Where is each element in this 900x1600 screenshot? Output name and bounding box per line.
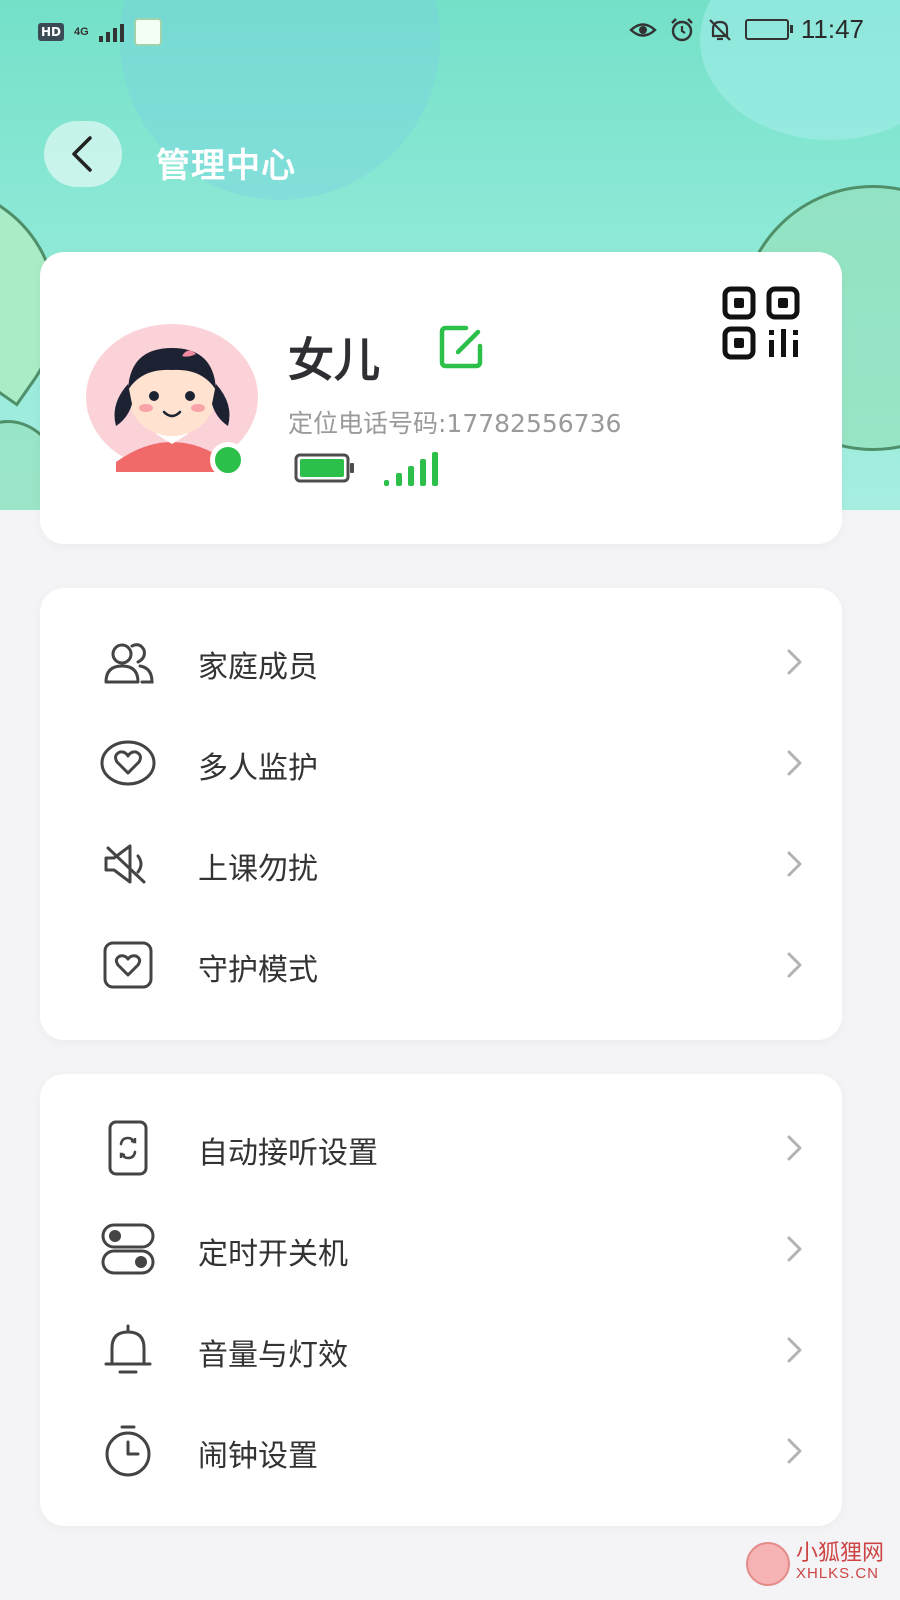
edit-icon[interactable] — [438, 324, 488, 370]
menu-item-auto-answer[interactable]: 自动接听设置 — [40, 1098, 842, 1198]
bell-off-icon — [709, 18, 731, 41]
page-title: 管理中心 — [156, 146, 296, 186]
qr-code-icon[interactable] — [722, 286, 808, 360]
tracker-phone-number: 定位电话号码:17782556736 — [288, 409, 622, 438]
menu-group-device: 家庭成员 多人监护 上课勿扰 守护模式 — [40, 588, 842, 1040]
chevron-right-icon — [787, 1337, 802, 1363]
toggle-switch-icon — [101, 1223, 155, 1275]
menu-item-alarm-settings[interactable]: 闹钟设置 — [40, 1401, 842, 1501]
chevron-right-icon — [787, 750, 802, 776]
signal-bar — [408, 466, 414, 486]
status-bar: HD 4G 11:47 — [0, 0, 900, 62]
heart-circle-icon — [100, 740, 156, 786]
chevron-left-icon — [72, 136, 92, 172]
cell-signal-icon — [98, 22, 124, 42]
chevron-right-icon — [787, 851, 802, 877]
menu-item-label: 家庭成员 — [198, 650, 318, 685]
menu-item-label: 自动接听设置 — [198, 1136, 378, 1171]
phone-auto-answer-icon — [108, 1120, 148, 1176]
chevron-right-icon — [787, 649, 802, 675]
menu-item-label: 定时开关机 — [198, 1237, 348, 1272]
device-signal-icon — [384, 452, 438, 486]
watermark-en: XHLKS.CN — [795, 1565, 880, 1582]
menu-item-label: 多人监护 — [198, 751, 318, 786]
app-notification-icon — [133, 18, 162, 46]
fox-logo-icon — [745, 1542, 790, 1586]
heart-box-icon — [103, 941, 153, 989]
chevron-right-icon — [787, 1135, 802, 1161]
menu-item-volume-lights[interactable]: 音量与灯效 — [40, 1300, 842, 1400]
alarm-icon — [671, 17, 693, 41]
bell-icon — [104, 1324, 152, 1374]
menu-group-settings: 自动接听设置 定时开关机 音量与灯效 闹钟设置 — [40, 1074, 842, 1526]
site-watermark: 小狐狸网 XHLKS.CN — [745, 1541, 884, 1586]
eye-comfort-icon — [629, 22, 657, 37]
menu-item-multi-guardian[interactable]: 多人监护 — [40, 713, 842, 813]
chevron-right-icon — [787, 1438, 802, 1464]
signal-bar — [420, 459, 426, 486]
menu-item-family-members[interactable]: 家庭成员 — [40, 612, 842, 712]
signal-bar — [396, 473, 402, 486]
online-status-dot — [210, 442, 246, 478]
child-profile-card[interactable]: 女儿 定位电话号码:17782556736 — [40, 252, 842, 544]
clock-time: 11:47 — [800, 14, 864, 44]
battery-icon — [744, 19, 793, 40]
menu-item-label: 音量与灯效 — [198, 1338, 348, 1373]
menu-item-class-do-not-disturb[interactable]: 上课勿扰 — [40, 814, 842, 914]
family-members-icon — [104, 643, 154, 684]
menu-item-label: 守护模式 — [198, 953, 318, 988]
menu-item-guardian-mode[interactable]: 守护模式 — [40, 915, 842, 1015]
chevron-right-icon — [787, 1236, 802, 1262]
menu-item-scheduled-power[interactable]: 定时开关机 — [40, 1199, 842, 1299]
network-type: 4G — [74, 26, 89, 38]
watermark-cn: 小狐狸网 — [795, 1541, 884, 1566]
signal-bar — [384, 480, 389, 486]
back-button[interactable] — [44, 121, 122, 187]
chevron-right-icon — [787, 952, 802, 978]
menu-item-label: 闹钟设置 — [198, 1439, 318, 1474]
signal-bar — [432, 452, 438, 486]
timer-icon — [105, 1425, 151, 1477]
device-battery-icon — [294, 453, 354, 483]
menu-item-label: 上课勿扰 — [198, 852, 318, 887]
hd-badge: HD — [38, 23, 65, 41]
speaker-mute-icon — [104, 844, 146, 884]
child-name: 女儿 — [288, 333, 380, 387]
